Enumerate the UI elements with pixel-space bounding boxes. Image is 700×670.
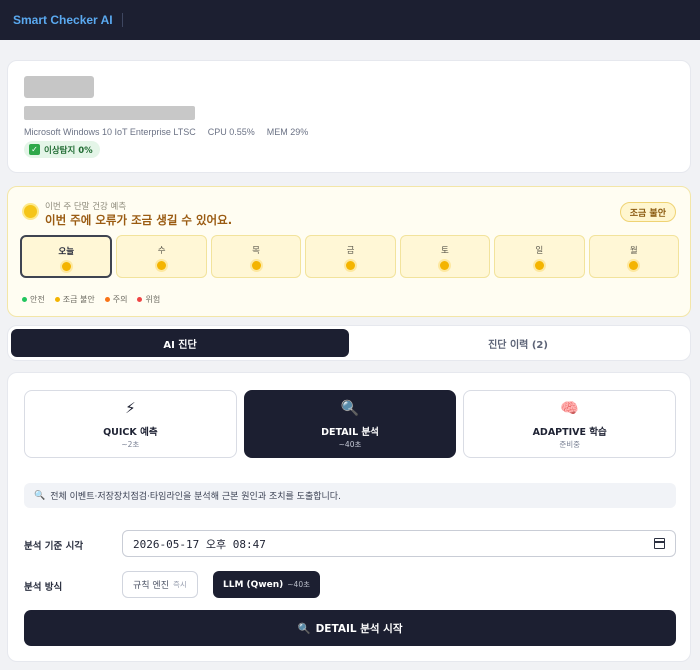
main-tabs: AI 진단 진단 이력 (2) bbox=[7, 325, 691, 361]
mode-quick-button[interactable]: ⚡ QUICK 예측 ~2초 bbox=[24, 390, 237, 458]
status-dot-icon bbox=[251, 261, 261, 270]
analysis-panel: ⚡ QUICK 예측 ~2초 🔍 DETAIL 분석 ~40초 🧠 ADAPTI… bbox=[7, 372, 691, 662]
green-dot-icon bbox=[22, 297, 27, 302]
mode-adaptive-button[interactable]: 🧠 ADAPTIVE 학습 준비중 bbox=[463, 390, 677, 458]
day-label: 금 bbox=[346, 246, 355, 256]
legend-caution: 주의 bbox=[104, 294, 128, 305]
legend-danger: 위험 bbox=[137, 294, 160, 305]
status-dot-icon bbox=[629, 261, 639, 270]
anomaly-badge: ✓ 이상탐지 0% bbox=[24, 141, 100, 158]
health-forecast-card: 이번 주 단말 건강 예측 이번 주에 오류가 조금 생길 수 있어요. 조금 … bbox=[7, 186, 691, 317]
mem-usage: MEM 29% bbox=[266, 127, 309, 137]
orange-dot-icon bbox=[104, 297, 110, 302]
day-label: 오늘 bbox=[58, 247, 75, 257]
mode-title: DETAIL 분석 bbox=[321, 427, 379, 438]
analysis-time-label: 분석 기준 시각 bbox=[24, 541, 84, 552]
yellow-dot-icon bbox=[54, 297, 60, 302]
day-thu[interactable]: 목 bbox=[210, 235, 302, 278]
magnifier-icon: 🔍 bbox=[297, 622, 311, 635]
lightning-icon: ⚡ bbox=[125, 399, 136, 417]
day-label: 목 bbox=[252, 246, 260, 256]
status-badge: 조금 불안 bbox=[619, 202, 676, 222]
calendar-icon[interactable] bbox=[654, 538, 665, 549]
description-text: 전체 이벤트·저장장치점검·타임라인을 분석해 근본 원인과 조치를 도출합니다… bbox=[50, 492, 341, 502]
forecast-subtitle: 이번 주 단말 건강 예측 bbox=[45, 202, 127, 212]
forecast-legend: 안전 조금 불안 주의 위험 bbox=[22, 294, 160, 305]
start-analysis-button[interactable]: 🔍 DETAIL 분석 시작 bbox=[24, 610, 676, 646]
os-name: Microsoft Windows 10 IoT Enterprise LTSC bbox=[24, 127, 196, 137]
legend-label: 조금 불안 bbox=[62, 295, 95, 304]
mode-selector: ⚡ QUICK 예측 ~2초 🔍 DETAIL 분석 ~40초 🧠 ADAPTI… bbox=[24, 390, 677, 458]
magnifier-icon: 🔍 bbox=[340, 399, 360, 417]
legend-label: 주의 bbox=[112, 295, 128, 304]
datetime-value: 2026-05-17 오후 08:47 bbox=[133, 537, 266, 551]
tab-ai-diagnosis[interactable]: AI 진단 bbox=[11, 329, 349, 357]
status-dot-icon bbox=[157, 261, 167, 270]
tab-diagnosis-history[interactable]: 진단 이력 (2) bbox=[349, 329, 687, 357]
mode-duration: 준비중 bbox=[559, 440, 581, 449]
analysis-method-label: 분석 방식 bbox=[24, 582, 63, 593]
status-dot-icon bbox=[345, 261, 355, 270]
method-llm-button[interactable]: LLM (Qwen) ~40초 bbox=[213, 571, 320, 598]
brain-icon: 🧠 bbox=[560, 399, 580, 417]
top-bar: Smart Checker AI bbox=[0, 0, 700, 40]
day-wed[interactable]: 수 bbox=[116, 235, 207, 278]
day-label: 월 bbox=[629, 246, 638, 256]
analysis-time-input[interactable]: 2026-05-17 오후 08:47 bbox=[122, 530, 676, 557]
legend-label: 위험 bbox=[145, 295, 161, 304]
day-sun[interactable]: 일 bbox=[494, 235, 585, 278]
method-name: LLM (Qwen) bbox=[223, 579, 284, 590]
sun-icon bbox=[24, 205, 37, 218]
method-note: ~40초 bbox=[287, 580, 310, 589]
status-dot-icon bbox=[534, 261, 544, 270]
check-icon: ✓ bbox=[29, 144, 40, 155]
status-dot-icon bbox=[440, 261, 450, 270]
cpu-usage: CPU 0.55% bbox=[207, 127, 255, 137]
mode-description: 🔍 전체 이벤트·저장장치점검·타임라인을 분석해 근본 원인과 조치를 도출합… bbox=[24, 483, 676, 508]
day-label: 토 bbox=[440, 246, 449, 256]
day-label: 수 bbox=[157, 246, 166, 256]
start-button-label: DETAIL 분석 시작 bbox=[315, 622, 403, 635]
mode-title: ADAPTIVE 학습 bbox=[532, 427, 607, 438]
device-id-redacted bbox=[24, 106, 195, 120]
day-mon[interactable]: 월 bbox=[588, 235, 679, 278]
day-label: 일 bbox=[535, 246, 544, 256]
red-dot-icon bbox=[137, 297, 143, 302]
status-dot-icon bbox=[61, 262, 71, 271]
app-title: Smart Checker AI bbox=[13, 13, 113, 27]
day-today[interactable]: 오늘 bbox=[20, 235, 113, 278]
day-fri[interactable]: 금 bbox=[305, 235, 396, 278]
anomaly-label: 이상탐지 0% bbox=[44, 145, 93, 156]
forecast-title: 이번 주에 오류가 조금 생길 수 있어요. bbox=[45, 213, 233, 227]
mode-title: QUICK 예측 bbox=[103, 427, 158, 438]
legend-slight: 조금 불안 bbox=[54, 294, 95, 305]
day-sat[interactable]: 토 bbox=[399, 235, 491, 278]
forecast-days: 오늘 수 목 금 토 일 월 bbox=[20, 235, 679, 278]
method-note: 즉시 bbox=[172, 580, 187, 589]
device-card: Microsoft Windows 10 IoT Enterprise LTSC… bbox=[7, 60, 691, 173]
method-name: 규칙 엔진 bbox=[133, 581, 169, 591]
mode-duration: ~40초 bbox=[338, 440, 362, 449]
title-divider bbox=[121, 13, 123, 27]
method-rule-engine-button[interactable]: 규칙 엔진 즉시 bbox=[122, 571, 198, 598]
legend-safe: 안전 bbox=[22, 294, 45, 305]
mode-duration: ~2초 bbox=[121, 440, 140, 449]
device-name-redacted bbox=[24, 76, 94, 98]
system-info: Microsoft Windows 10 IoT Enterprise LTSC… bbox=[24, 127, 308, 137]
legend-label: 안전 bbox=[30, 295, 45, 304]
magnifier-icon: 🔍 bbox=[34, 490, 46, 501]
mode-detail-button[interactable]: 🔍 DETAIL 분석 ~40초 bbox=[243, 390, 457, 458]
